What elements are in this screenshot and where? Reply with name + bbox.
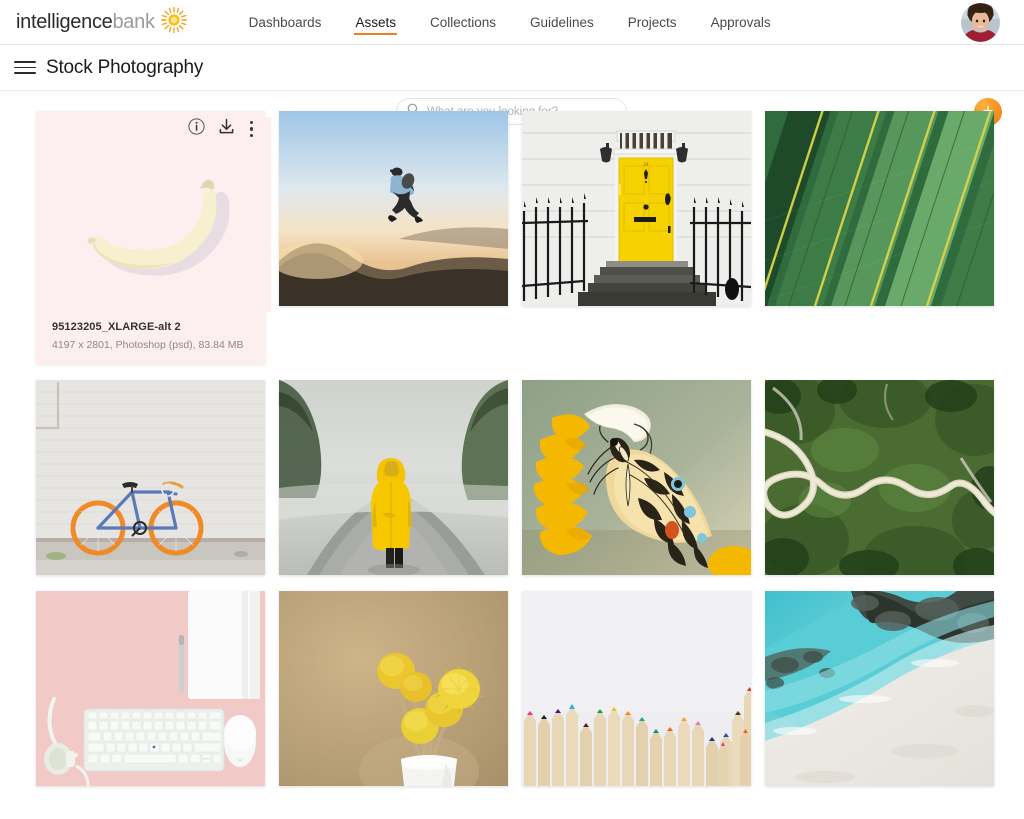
asset-card-5[interactable]: [36, 380, 265, 576]
asset-metadata: 95123205_XLARGE-alt 2 4197 x 2801, Photo…: [42, 312, 259, 354]
asset-thumbnail-butterfly-flower[interactable]: [522, 380, 751, 576]
asset-thumbnail-pink-desk-flatlay[interactable]: [36, 591, 265, 787]
asset-thumbnail-yellow-door[interactable]: 24: [522, 111, 751, 306]
asset-grid: 95123205_XLARGE-alt 2 4197 x 2801, Photo…: [0, 91, 1024, 787]
nav-item-assets[interactable]: Assets: [338, 0, 413, 45]
hamburger-menu-icon[interactable]: [14, 57, 36, 79]
asset-card-11[interactable]: [522, 591, 751, 787]
brand-name-secondary: bank: [112, 10, 155, 33]
asset-title: 95123205_XLARGE-alt 2: [52, 321, 181, 333]
page-header-bar: Stock Photography +: [0, 45, 1024, 126]
brand-name-primary: intelligence: [16, 10, 113, 33]
svg-text:24: 24: [644, 163, 650, 168]
asset-card-1[interactable]: 95123205_XLARGE-alt 2 4197 x 2801, Photo…: [36, 111, 271, 365]
sun-icon: [160, 6, 187, 38]
asset-card-10[interactable]: [279, 591, 508, 787]
asset-thumbnail-billy-button-flowers[interactable]: [279, 591, 508, 787]
download-icon[interactable]: [218, 118, 235, 140]
asset-card-2[interactable]: [279, 111, 508, 364]
nav-item-collections[interactable]: Collections: [413, 0, 513, 45]
avatar[interactable]: [961, 3, 1000, 42]
asset-card-9[interactable]: [36, 591, 265, 787]
asset-card-12[interactable]: [765, 591, 994, 787]
asset-thumbnail-yellow-raincoat[interactable]: [279, 380, 508, 576]
nav-item-projects[interactable]: Projects: [611, 0, 694, 45]
asset-card-6[interactable]: [279, 380, 508, 576]
asset-thumbnail-palm-leaves[interactable]: [765, 111, 994, 306]
nav-item-approvals[interactable]: Approvals: [694, 0, 788, 45]
nav-item-dashboards[interactable]: Dashboards: [232, 0, 339, 45]
asset-thumbnail-man-jumping[interactable]: [279, 111, 508, 306]
top-navigation-bar: intelligencebank Dashboards Assets Colle…: [0, 0, 1024, 45]
more-vertical-icon[interactable]: [248, 119, 255, 139]
asset-thumbnail-bicycle-wall[interactable]: [36, 380, 265, 576]
asset-actions: [188, 118, 255, 140]
asset-thumbnail-winding-road[interactable]: [765, 380, 994, 576]
asset-thumbnail-banana[interactable]: [42, 117, 271, 312]
info-circle-icon[interactable]: [188, 118, 205, 140]
brand-logo-text: intelligencebank: [16, 11, 155, 34]
asset-card-7[interactable]: [522, 380, 751, 576]
asset-thumbnail-colored-pencils[interactable]: [522, 591, 751, 787]
nav-item-guidelines[interactable]: Guidelines: [513, 0, 611, 45]
page-title: Stock Photography: [46, 56, 204, 78]
asset-thumbnail-aerial-beach[interactable]: [765, 591, 994, 787]
asset-details: 4197 x 2801, Photoshop (psd), 83.84 MB: [52, 338, 244, 351]
primary-nav-links: Dashboards Assets Collections Guidelines…: [232, 0, 788, 45]
asset-card-4[interactable]: [765, 111, 994, 364]
brand-logo[interactable]: intelligencebank: [16, 0, 187, 45]
asset-card-3[interactable]: 24: [522, 111, 751, 364]
asset-card-8[interactable]: [765, 380, 994, 576]
